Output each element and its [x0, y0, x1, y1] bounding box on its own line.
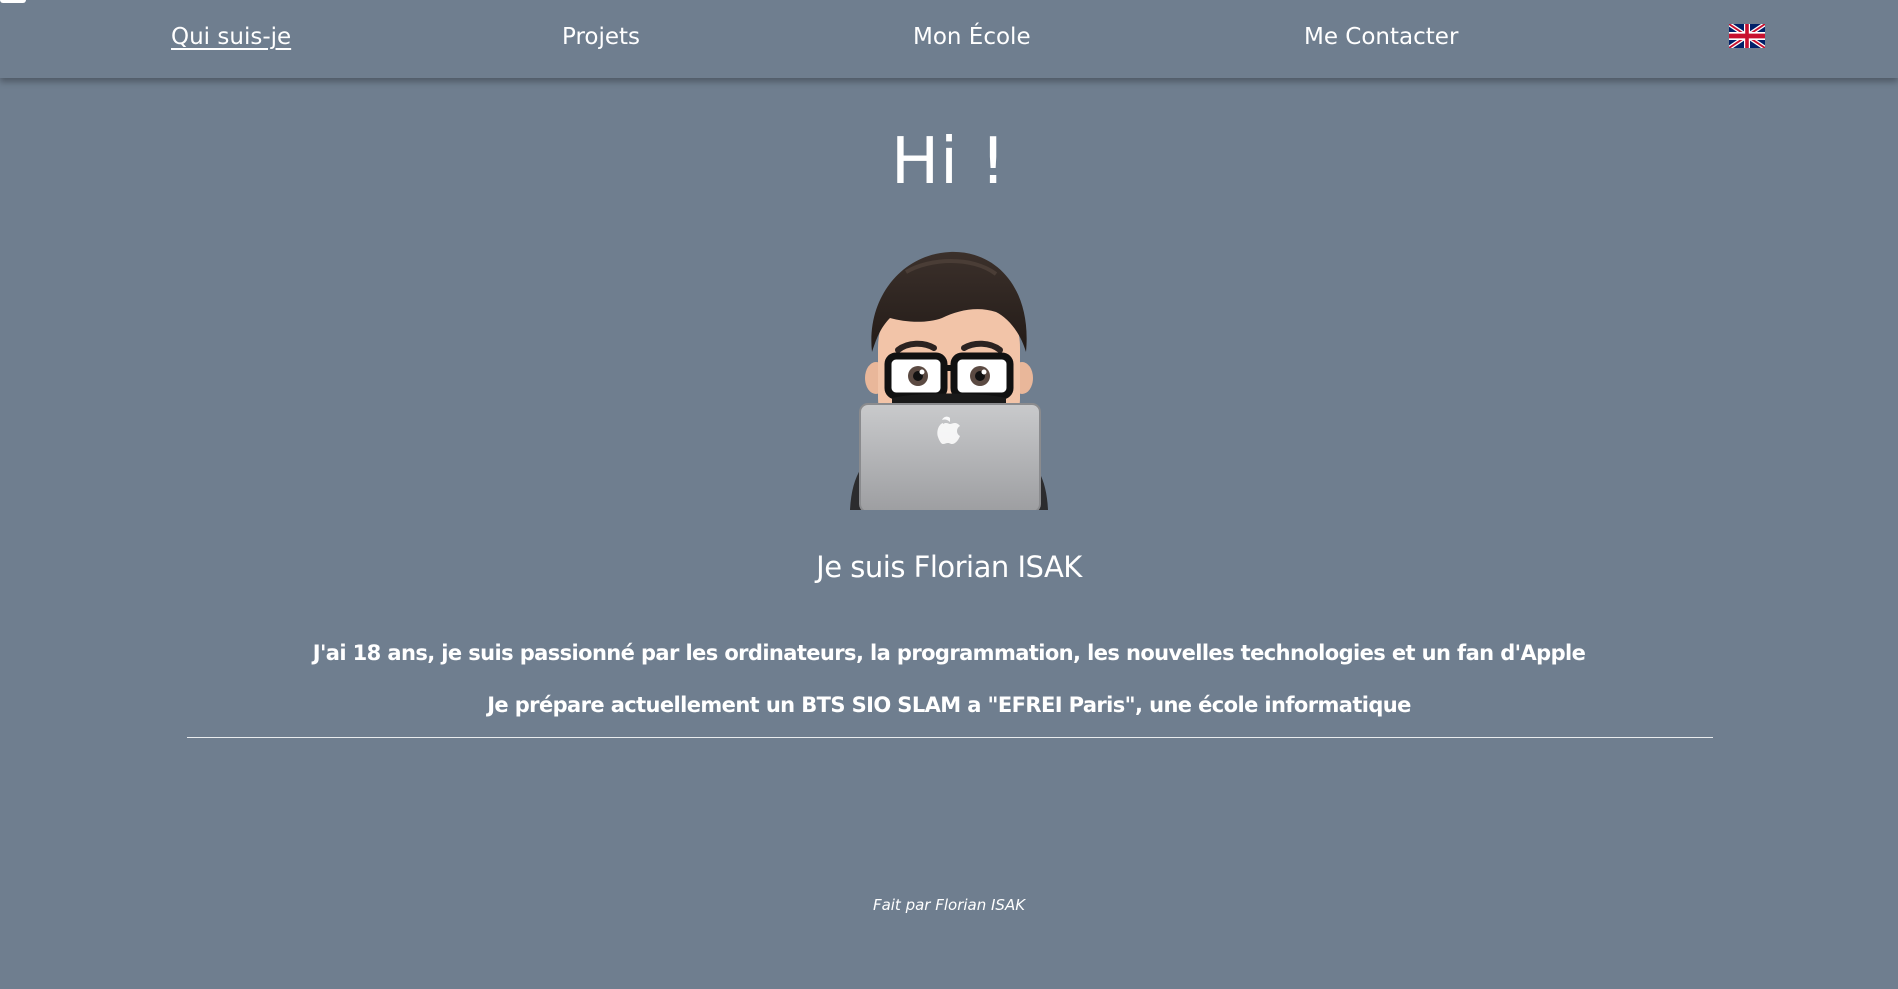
- about-paragraph-school: Je prépare actuellement un BTS SIO SLAM …: [487, 693, 1411, 717]
- name-heading: Je suis Florian ISAK: [816, 550, 1082, 584]
- nav-link-me-contacter[interactable]: Me Contacter: [1304, 24, 1458, 50]
- nav-link-mon-ecole[interactable]: Mon École: [913, 24, 1031, 50]
- memoji-laptop-avatar-icon: [850, 251, 1048, 510]
- about-paragraph-age: J'ai 18 ans, je suis passionné par les o…: [312, 641, 1586, 665]
- footer-credit: Fait par Florian ISAK: [872, 896, 1026, 914]
- hero-title: Hi !: [891, 125, 1007, 199]
- top-navigation-bar: Qui suis-je Projets Mon École Me Contact…: [0, 0, 1898, 78]
- uk-flag-icon[interactable]: [1729, 24, 1765, 48]
- nav-link-projets[interactable]: Projets: [562, 24, 640, 50]
- section-divider: [187, 737, 1713, 738]
- window-corner-marker: [0, 0, 26, 3]
- nav-link-qui-suis-je[interactable]: Qui suis-je: [171, 24, 291, 50]
